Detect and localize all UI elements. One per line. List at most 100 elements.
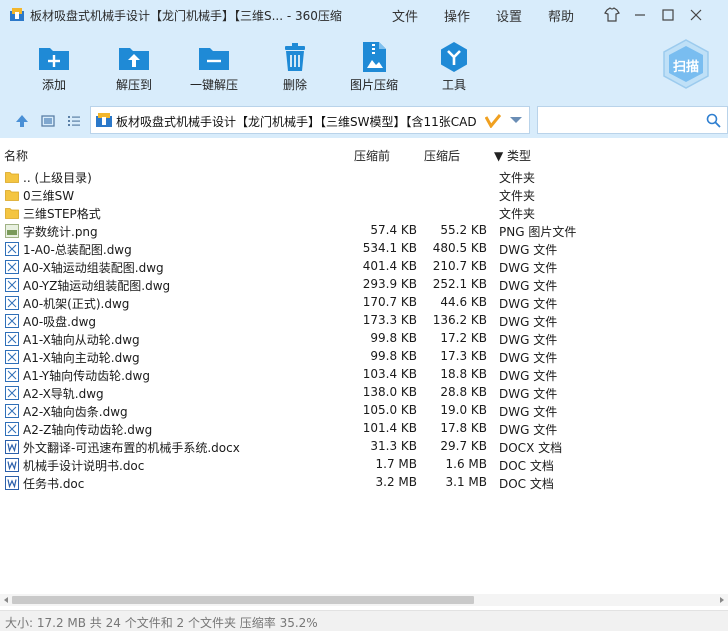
file-compressed-size: 29.7 KB xyxy=(440,439,487,453)
file-row[interactable]: A1-Y轴向传动齿轮.dwg 103.4 KB 18.8 KB DWG 文件 xyxy=(0,366,728,384)
file-row[interactable]: 机械手设计说明书.doc 1.7 MB 1.6 MB DOC 文档 xyxy=(0,456,728,474)
scan-label: 扫描 xyxy=(672,60,699,75)
image-compress-label: 图片压缩 xyxy=(349,78,398,92)
file-row[interactable]: A2-Z轴向传动齿轮.dwg 101.4 KB 17.8 KB DWG 文件 xyxy=(0,420,728,438)
file-name: A1-Y轴向传动齿轮.dwg xyxy=(23,369,150,383)
file-size: 99.8 KB xyxy=(370,349,417,363)
png-file-icon xyxy=(5,224,19,238)
file-row[interactable]: 任务书.doc 3.2 MB 3.1 MB DOC 文档 xyxy=(0,474,728,492)
file-size: 170.7 KB xyxy=(362,295,417,309)
file-type: 文件夹 xyxy=(499,171,536,185)
window-title: 板材吸盘式机械手设计【龙门机械手】【三维S... - 360压缩 xyxy=(30,9,342,23)
delete-icon xyxy=(285,43,305,71)
up-arrow-icon[interactable] xyxy=(14,113,30,129)
dwg-file-icon xyxy=(5,296,19,310)
file-row[interactable]: A0-YZ轴运动组装配图.dwg 293.9 KB 252.1 KB DWG 文件 xyxy=(0,276,728,294)
image-compress-button[interactable]: 图片压缩 xyxy=(348,38,400,98)
file-size: 401.4 KB xyxy=(362,259,417,273)
search-input[interactable] xyxy=(537,106,728,134)
file-size: 31.3 KB xyxy=(370,439,417,453)
app-logo-icon xyxy=(10,8,24,21)
skin-shirt-icon[interactable] xyxy=(601,4,623,26)
add-icon xyxy=(39,48,69,70)
toolbar: 添加 解压到 一键解压 删除 图片压缩 工具 扫描 xyxy=(0,30,728,102)
maximize-icon[interactable] xyxy=(657,4,679,26)
file-name: 三维STEP格式 xyxy=(23,207,101,221)
extract-to-button[interactable]: 解压到 xyxy=(110,38,158,98)
scroll-left-icon[interactable] xyxy=(1,594,11,606)
file-size: 105.0 KB xyxy=(362,403,417,417)
tools-button[interactable]: 工具 xyxy=(436,38,472,98)
column-compressed[interactable]: 压缩后 xyxy=(424,147,460,164)
dwg-file-icon xyxy=(5,422,19,436)
dwg-file-icon xyxy=(5,260,19,274)
minimize-icon[interactable] xyxy=(629,4,651,26)
file-compressed-size: 136.2 KB xyxy=(432,313,487,327)
horizontal-scrollbar[interactable] xyxy=(0,594,728,606)
file-row[interactable]: 外文翻译-可迅速布置的机械手系统.docx 31.3 KB 29.7 KB DOCX … xyxy=(0,438,728,456)
menu-settings[interactable]: 设置 xyxy=(496,6,522,25)
verified-check-icon xyxy=(485,114,501,128)
dwg-file-icon xyxy=(5,404,19,418)
file-row[interactable]: 字数统计.png 57.4 KB 55.2 KB PNG 图片文件 xyxy=(0,222,728,240)
file-size: 173.3 KB xyxy=(362,313,417,327)
folder-icon xyxy=(5,172,19,183)
delete-button[interactable]: 删除 xyxy=(276,38,314,98)
word-doc-icon xyxy=(5,458,19,472)
tools-label: 工具 xyxy=(441,78,466,92)
one-click-extract-icon xyxy=(199,48,229,70)
file-row[interactable]: A0-机架(正式).dwg 170.7 KB 44.6 KB DWG 文件 xyxy=(0,294,728,312)
tools-icon xyxy=(441,42,467,72)
file-compressed-size: 210.7 KB xyxy=(432,259,487,273)
scrollbar-thumb[interactable] xyxy=(12,596,474,604)
file-type: DWG 文件 xyxy=(499,243,558,257)
file-compressed-size: 55.2 KB xyxy=(440,223,487,237)
file-row[interactable]: A1-X轴向从动轮.dwg 99.8 KB 17.2 KB DWG 文件 xyxy=(0,330,728,348)
file-type: DOC 文档 xyxy=(499,459,554,473)
file-size: 534.1 KB xyxy=(362,241,417,255)
file-compressed-size: 18.8 KB xyxy=(440,367,487,381)
thumbnail-view-icon[interactable] xyxy=(40,113,56,129)
file-row[interactable]: 1-A0-总装配图.dwg 534.1 KB 480.5 KB DWG 文件 xyxy=(0,240,728,258)
file-list: .. (上级目录) 文件夹 0三维SW 文件夹 三维STEP格式 文件夹 字数统计.png 5… xyxy=(0,168,728,492)
file-row[interactable]: .. (上级目录) 文件夹 xyxy=(0,168,728,186)
column-name[interactable]: 名称 xyxy=(4,147,28,164)
one-click-extract-button[interactable]: 一键解压 xyxy=(188,38,240,98)
close-icon[interactable] xyxy=(685,4,707,26)
path-field[interactable]: 板材吸盘式机械手设计【龙门机械手】【三维SW模型】【含11张CAD xyxy=(90,106,530,134)
one-click-extract-label: 一键解压 xyxy=(189,78,238,92)
file-row[interactable]: A0-X轴运动组装配图.dwg 401.4 KB 210.7 KB DWG 文件 xyxy=(0,258,728,276)
file-type: DWG 文件 xyxy=(499,369,558,383)
file-row[interactable]: A1-X轴向主动轮.dwg 99.8 KB 17.3 KB DWG 文件 xyxy=(0,348,728,366)
menu-file[interactable]: 文件 xyxy=(392,6,418,25)
file-type: DWG 文件 xyxy=(499,279,558,293)
file-name: 1-A0-总装配图.dwg xyxy=(23,243,132,257)
file-name: .. (上级目录) xyxy=(23,171,92,185)
column-type[interactable]: ▼ 类型 xyxy=(494,147,531,164)
list-view-icon[interactable] xyxy=(66,113,82,129)
file-name: A1-X轴向从动轮.dwg xyxy=(23,333,140,347)
file-size: 293.9 KB xyxy=(362,277,417,291)
file-row[interactable]: 三维STEP格式 文件夹 xyxy=(0,204,728,222)
file-name: A0-X轴运动组装配图.dwg xyxy=(23,261,164,275)
scroll-right-icon[interactable] xyxy=(717,594,727,606)
file-row[interactable]: 0三维SW 文件夹 xyxy=(0,186,728,204)
file-type: 文件夹 xyxy=(499,207,536,221)
dwg-file-icon xyxy=(5,332,19,346)
menu-operate[interactable]: 操作 xyxy=(444,6,470,25)
search-icon[interactable] xyxy=(706,113,721,128)
file-compressed-size: 3.1 MB xyxy=(445,475,487,489)
file-row[interactable]: A2-X导轨.dwg 138.0 KB 28.8 KB DWG 文件 xyxy=(0,384,728,402)
add-button[interactable]: 添加 xyxy=(32,38,76,98)
file-name: A2-X导轨.dwg xyxy=(23,387,104,401)
file-type: DWG 文件 xyxy=(499,333,558,347)
file-row[interactable]: A0-吸盘.dwg 173.3 KB 136.2 KB DWG 文件 xyxy=(0,312,728,330)
menu-help[interactable]: 帮助 xyxy=(548,6,574,25)
file-name: 字数统计.png xyxy=(23,225,98,239)
file-compressed-size: 1.6 MB xyxy=(445,457,487,471)
chevron-down-icon[interactable] xyxy=(509,115,523,125)
file-row[interactable]: A2-X轴向齿条.dwg 105.0 KB 19.0 KB DWG 文件 xyxy=(0,402,728,420)
status-text: 大小: 17.2 MB 共 24 个文件和 2 个文件夹 压缩率 35.2% xyxy=(5,616,318,630)
scan-button[interactable]: 扫描 xyxy=(660,38,712,90)
column-size[interactable]: 压缩前 xyxy=(354,147,390,164)
